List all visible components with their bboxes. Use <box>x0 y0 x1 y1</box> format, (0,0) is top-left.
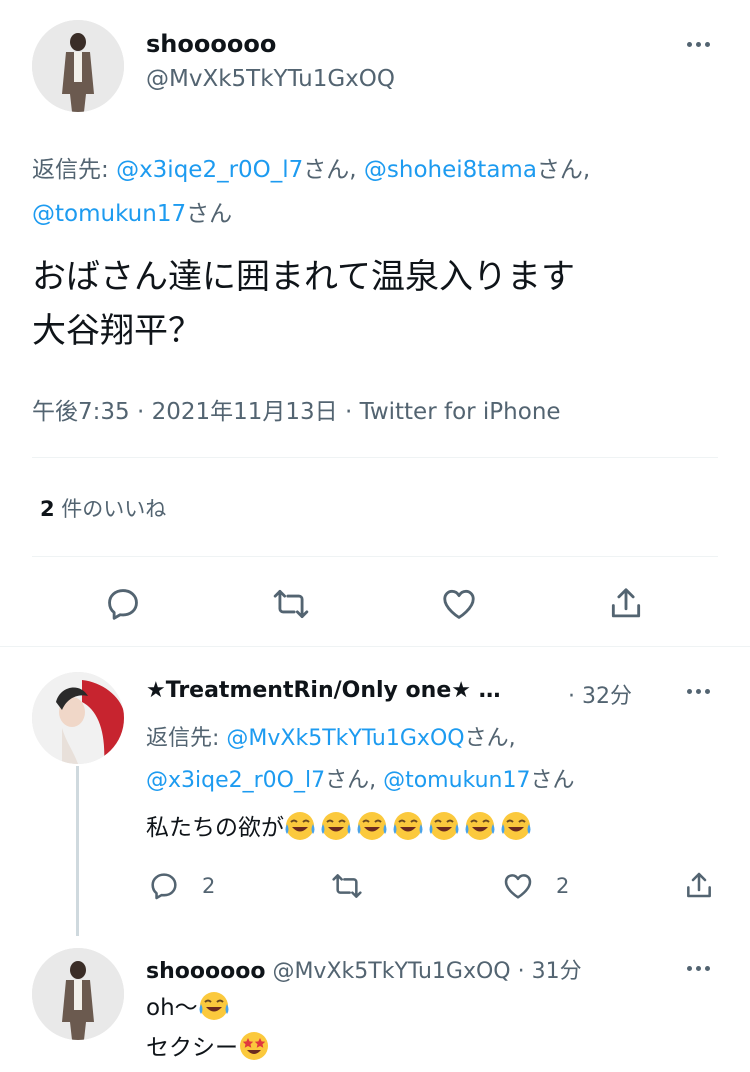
retweet-icon[interactable] <box>271 585 311 623</box>
reply1-time[interactable]: · 32分 <box>568 678 632 710</box>
reply-icon[interactable] <box>104 585 142 623</box>
retweet-icon[interactable] <box>330 870 364 902</box>
share-icon[interactable] <box>683 869 715 903</box>
tears-of-joy-emoji-row <box>284 810 536 845</box>
reply-prefix: 返信先: <box>32 157 117 183</box>
reply-to-link[interactable]: @MvXk5TkYTu1GxOQ <box>226 726 464 751</box>
reply-to-link[interactable]: @shohei8tama <box>364 157 537 183</box>
reply-to-link[interactable]: @tomukun17 <box>32 201 186 227</box>
reply-to-link[interactable]: @tomukun17 <box>383 768 530 793</box>
tears-of-joy-emoji <box>198 992 234 1021</box>
reply-to-link[interactable]: @x3iqe2_r0O_l7 <box>116 157 303 183</box>
main-avatar[interactable] <box>32 20 124 112</box>
thread-line <box>76 766 79 936</box>
share-icon[interactable] <box>607 584 645 624</box>
reply2-header: shoooooo @MvXk5TkYTu1GxOQ · 31分 <box>146 953 582 985</box>
more-options-icon[interactable] <box>687 966 710 971</box>
like-count: 2 <box>556 874 570 898</box>
main-reply-to: 返信先: @x3iqe2_r0O_l7さん, @shohei8tamaさん, @… <box>32 157 591 227</box>
reply-count: 2 <box>202 874 216 898</box>
reply1-avatar[interactable] <box>32 672 124 764</box>
reply-to-link[interactable]: @x3iqe2_r0O_l7 <box>146 768 325 793</box>
reply1-reply-to: 返信先: @MvXk5TkYTu1GxOQさん, @x3iqe2_r0O_l7さ… <box>146 726 575 793</box>
reply2-avatar[interactable] <box>32 948 124 1040</box>
main-handle[interactable]: @MvXk5TkYTu1GxOQ <box>146 66 395 92</box>
reply-icon[interactable] <box>148 870 180 902</box>
reply1-display-name[interactable]: ★TreatmentRin/Only one★ … <box>146 678 501 703</box>
more-options-icon[interactable] <box>687 689 710 694</box>
main-tweet-text: おばさん達に囲まれて温泉入ります 大谷翔平？ <box>32 257 575 351</box>
like-icon[interactable] <box>439 585 479 623</box>
more-options-icon[interactable] <box>687 42 710 47</box>
reply2-time[interactable]: · 31分 <box>518 959 582 984</box>
reply2-display-name[interactable]: shoooooo <box>146 959 265 984</box>
reply2-text: oh〜 セクシー <box>146 988 274 1068</box>
like-icon[interactable] <box>501 870 535 902</box>
main-timestamp[interactable]: 午後7:35 · 2021年11月13日 · Twitter for iPhon… <box>32 392 561 426</box>
likes-count[interactable]: 2 件のいいね <box>40 493 166 523</box>
star-struck-emoji <box>238 1032 274 1061</box>
reply2-handle[interactable]: @MvXk5TkYTu1GxOQ <box>272 959 510 984</box>
reply1-text: 私たちの欲が <box>146 810 536 845</box>
main-display-name[interactable]: shoooooo <box>146 30 276 58</box>
